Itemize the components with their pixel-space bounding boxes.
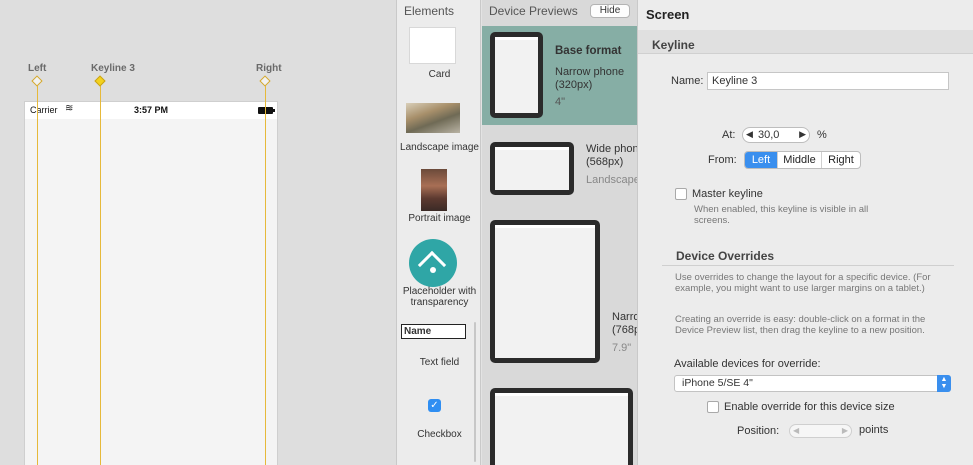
wide-phone-device[interactable] (490, 142, 574, 195)
device-previews-panel: Device Previews Hide Base format Narrow … (482, 0, 637, 465)
device-overrides-title: Device Overrides (676, 249, 775, 263)
portrait-image-thumbnail[interactable] (421, 169, 447, 211)
preview-sub: 7.9" (612, 342, 632, 354)
keyline-section-title: Keyline (652, 38, 695, 52)
card-thumbnail[interactable] (409, 27, 456, 64)
keyline-right[interactable] (265, 86, 266, 465)
selected-device: iPhone 5/SE 4" (682, 377, 753, 389)
divider (662, 265, 954, 266)
increment-icon[interactable]: ▶ (842, 426, 848, 435)
keyline-label-left: Left (28, 63, 47, 74)
from-left-option[interactable]: Left (745, 152, 778, 168)
text-field-thumbnail[interactable]: Name (401, 324, 466, 339)
available-devices-select[interactable]: iPhone 5/SE 4" ▲ ▼ (674, 375, 951, 392)
overrides-hint: Use overrides to change the layout for a… (675, 272, 931, 283)
from-middle-option[interactable]: Middle (778, 152, 822, 168)
keyline-label-right: Right (256, 63, 282, 74)
master-keyline-checkbox[interactable] (675, 188, 687, 200)
overrides-hint: example, you might want to use larger ma… (675, 283, 925, 294)
preview-device: Narrow tablet (612, 311, 637, 323)
available-devices-label: Available devices for override: (674, 358, 821, 370)
overrides-hint: Device Preview list, then drag the keyli… (675, 325, 925, 336)
placeholder-label: Placeholder with transparency (402, 286, 477, 308)
elements-scrollbar[interactable] (474, 322, 476, 462)
preview-sub: 4" (555, 96, 566, 108)
card-label: Card (428, 69, 451, 80)
keyline-name-input[interactable]: Keyline 3 (707, 72, 949, 90)
status-time: 3:57 PM (133, 105, 168, 115)
phone-screen: Carrier ≋ 3:57 PM (24, 101, 278, 465)
inspector-title: Screen (646, 7, 690, 22)
decrement-icon[interactable]: ◀ (746, 129, 753, 140)
at-value[interactable]: 30,0 (758, 129, 779, 141)
at-unit: % (817, 129, 827, 141)
preview-size: (568px) (586, 156, 624, 168)
preview-device: Narrow phone (555, 66, 625, 78)
landscape-image-label: Landscape image (400, 142, 479, 153)
preview-device: Wide phone (586, 143, 637, 155)
narrow-phone-device[interactable] (490, 32, 543, 118)
from-segmented-control[interactable]: Left Middle Right (744, 151, 861, 169)
from-label: From: (708, 154, 737, 166)
placeholder-icon[interactable] (409, 239, 457, 287)
master-keyline-hint: When enabled, this keyline is visible in… (694, 204, 869, 215)
narrow-tablet-device[interactable] (490, 220, 600, 363)
wide-tablet-device[interactable] (490, 388, 633, 465)
master-keyline-hint: screens. (694, 215, 730, 226)
position-stepper[interactable]: ◀ ▶ (789, 424, 852, 438)
position-label: Position: (737, 425, 780, 437)
enable-override-checkbox[interactable] (707, 401, 719, 413)
keyline-left-handle[interactable] (31, 75, 43, 87)
device-previews-title: Device Previews (489, 4, 578, 18)
keyline-right-handle[interactable] (259, 75, 271, 87)
keyline-left[interactable] (37, 86, 38, 465)
increment-icon[interactable]: ▶ (799, 129, 806, 140)
master-keyline-label: Master keyline (692, 188, 763, 200)
position-unit: points (859, 424, 889, 436)
keyline-3-handle[interactable] (94, 75, 106, 87)
enable-override-label: Enable override for this device size (724, 401, 895, 413)
keyline-label-keyline-3: Keyline 3 (91, 63, 135, 74)
portrait-image-label: Portrait image (408, 213, 471, 224)
preview-size: (768px) (612, 324, 637, 336)
name-label: Name: (671, 75, 704, 87)
hide-button[interactable]: Hide (590, 4, 630, 18)
from-right-option[interactable]: Right (822, 152, 860, 168)
preview-size: (320px) (555, 79, 593, 91)
decrement-icon[interactable]: ◀ (793, 426, 799, 435)
keyline-3[interactable] (100, 86, 101, 465)
at-stepper[interactable]: ◀ 30,0 ▶ (742, 127, 810, 143)
inspector-panel: Screen Keyline Name: Keyline 3 At: ◀ 30,… (637, 0, 973, 465)
layout-canvas: Left Keyline 3 Right Carrier ≋ 3:57 PM (0, 0, 396, 465)
preview-name: Base format (555, 45, 622, 57)
elements-title: Elements (404, 4, 455, 18)
status-bar: Carrier ≋ 3:57 PM (25, 102, 277, 119)
elements-panel: Elements Card Landscape image Portrait i… (396, 0, 481, 465)
chevron-up-down-icon: ▲ ▼ (937, 375, 951, 392)
preview-sub: Landscape (586, 174, 637, 186)
checkbox-thumbnail[interactable]: ✓ (428, 399, 441, 412)
landscape-image-thumbnail[interactable] (406, 103, 460, 133)
overrides-hint: Creating an override is easy: double-cli… (675, 314, 926, 325)
text-field-label: Text field (419, 357, 460, 368)
at-label: At: (722, 129, 736, 141)
checkbox-label: Checkbox (417, 429, 462, 440)
